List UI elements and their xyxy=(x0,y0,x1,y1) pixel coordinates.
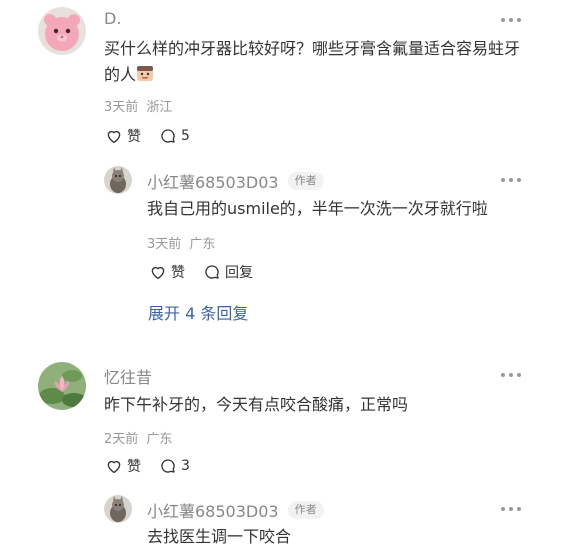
reply-count: 3 xyxy=(181,458,190,474)
like-button[interactable]: 赞 xyxy=(105,456,141,476)
comment-actions: 赞 3 xyxy=(105,456,190,476)
lotus-avatar xyxy=(38,362,86,410)
chat-bubble-icon xyxy=(161,459,175,473)
comment-text: 昨下午补牙的，今天有点咬合酸痛，正常吗 xyxy=(104,395,409,414)
more-dots-icon[interactable] xyxy=(501,371,521,379)
comment-meta: 2天前 广东 xyxy=(104,428,172,447)
author-badge: 作者 xyxy=(287,501,324,519)
reply-text: 去找医生调一下咬合 xyxy=(147,527,292,546)
author-name[interactable]: 忆往昔 xyxy=(104,364,152,388)
like-label: 赞 xyxy=(127,459,141,475)
avatar[interactable] xyxy=(104,495,132,523)
comment-time: 2天前 xyxy=(104,432,139,447)
cat-avatar xyxy=(104,495,132,523)
comment-author[interactable]: 忆往昔 xyxy=(104,364,152,388)
reply-author[interactable]: 小红薯68503D03 作者 xyxy=(147,498,324,522)
comment-item: 忆往昔 昨下午补牙的，今天有点咬合酸痛，正常吗 2天前 广东 赞 3 小红薯68… xyxy=(0,0,565,550)
more-dots-icon[interactable] xyxy=(501,505,521,513)
author-name[interactable]: 小红薯68503D03 xyxy=(147,498,279,522)
comment-location: 广东 xyxy=(146,432,173,447)
reply-button[interactable]: 3 xyxy=(159,457,190,475)
avatar[interactable] xyxy=(38,362,86,410)
heart-icon xyxy=(107,460,121,474)
